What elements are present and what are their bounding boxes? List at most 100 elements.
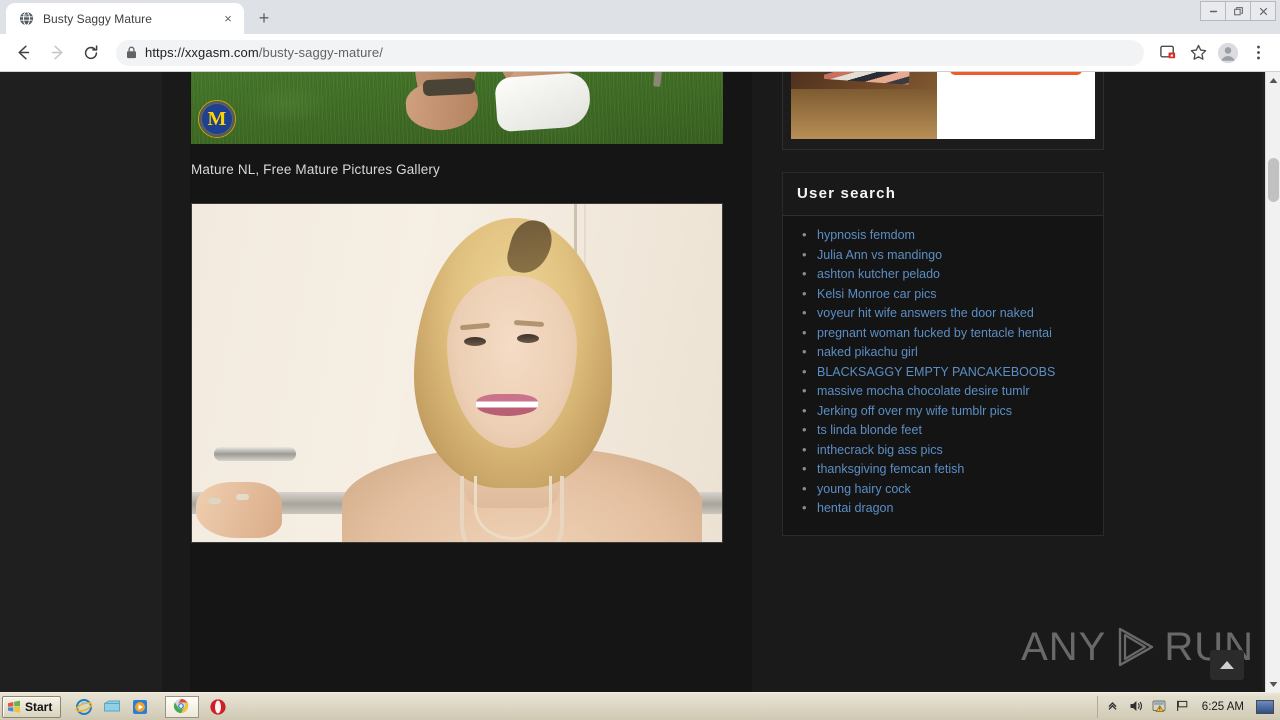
internet-explorer-icon[interactable] xyxy=(75,698,93,716)
close-icon[interactable]: × xyxy=(220,11,236,27)
minimize-button[interactable] xyxy=(1200,1,1226,21)
user-search-link[interactable]: BLACKSAGGY EMPTY PANCAKEBOOBS xyxy=(817,365,1055,379)
user-search-link[interactable]: ts linda blonde feet xyxy=(817,423,922,437)
forward-button[interactable] xyxy=(42,38,72,68)
kitchen-photo xyxy=(192,204,722,542)
save-page-icon[interactable] xyxy=(1154,39,1182,67)
white-cloth xyxy=(494,72,592,133)
url-host: xxgasm.com xyxy=(184,45,259,60)
list-item[interactable]: thanksgiving femcan fetish xyxy=(793,461,1093,477)
chrome-menu-icon[interactable] xyxy=(1244,39,1272,67)
garden-photo: M xyxy=(191,72,723,144)
view-pics-button[interactable]: view pics xyxy=(949,72,1083,75)
list-item[interactable]: BLACKSAGGY EMPTY PANCAKEBOOBS xyxy=(793,364,1093,380)
browser-tab[interactable]: Busty Saggy Mature × xyxy=(6,3,244,34)
scroll-to-top-button[interactable] xyxy=(1210,650,1244,680)
ad-photo xyxy=(791,72,937,139)
browser-toolbar: https://xxgasm.com/busty-saggy-mature/ xyxy=(0,34,1280,72)
user-search-link[interactable]: pregnant woman fucked by tentacle hentai xyxy=(817,326,1052,340)
list-item[interactable]: pregnant woman fucked by tentacle hentai xyxy=(793,325,1093,341)
user-search-link[interactable]: thanksgiving femcan fetish xyxy=(817,462,964,476)
taskbar-clock[interactable]: 6:25 AM xyxy=(1198,701,1248,713)
new-tab-button[interactable]: + xyxy=(250,4,278,32)
close-button[interactable] xyxy=(1250,1,1276,21)
list-item[interactable]: hypnosis femdom xyxy=(793,227,1093,243)
user-search-link[interactable]: hypnosis femdom xyxy=(817,228,915,242)
page-viewport: M Mature NL, Free Mature Pictures Galler… xyxy=(0,72,1280,692)
security-alert-icon[interactable] xyxy=(1152,699,1167,714)
scroll-up-arrow-icon[interactable] xyxy=(1266,72,1280,88)
user-search-link[interactable]: Julia Ann vs mandingo xyxy=(817,248,942,262)
start-label: Start xyxy=(25,699,53,714)
list-item[interactable]: ts linda blonde feet xyxy=(793,422,1093,438)
user-search-widget: User search hypnosis femdom Julia Ann vs… xyxy=(782,172,1104,536)
user-search-link[interactable]: Kelsi Monroe car pics xyxy=(817,287,937,301)
list-item[interactable]: naked pikachu girl xyxy=(793,344,1093,360)
page-wrapper: M Mature NL, Free Mature Pictures Galler… xyxy=(162,72,1262,692)
chrome-icon xyxy=(173,698,191,716)
list-item[interactable]: Kelsi Monroe car pics xyxy=(793,286,1093,302)
flag-icon[interactable] xyxy=(1175,699,1190,714)
necklace xyxy=(474,476,552,540)
chevron-up-icon[interactable] xyxy=(1106,699,1121,714)
eye xyxy=(464,337,486,346)
list-item[interactable]: voyeur hit wife answers the door naked xyxy=(793,305,1093,321)
url-scheme-host: https:// xyxy=(145,45,185,60)
url-path: /busty-saggy-mature/ xyxy=(258,45,383,60)
user-search-link[interactable]: ashton kutcher pelado xyxy=(817,267,940,281)
globe-icon xyxy=(18,11,34,27)
ring xyxy=(236,494,249,500)
window-controls xyxy=(1200,1,1276,21)
main-content-column: M Mature NL, Free Mature Pictures Galler… xyxy=(190,72,752,692)
chrome-browser-window: Busty Saggy Mature × + https://xxgasm.co… xyxy=(0,0,1280,720)
scrollbar-thumb[interactable] xyxy=(1268,158,1279,202)
list-item[interactable]: massive mocha chocolate desire tumlr xyxy=(793,383,1093,399)
reload-button[interactable] xyxy=(76,38,106,68)
sidebar-column: * No Signup view pics User search hypn xyxy=(782,72,1112,536)
list-item[interactable]: hentai dragon xyxy=(793,500,1093,516)
user-search-link[interactable]: naked pikachu girl xyxy=(817,345,918,359)
chrome-taskbar-button[interactable] xyxy=(165,695,200,718)
user-search-link[interactable]: voyeur hit wife answers the door naked xyxy=(817,306,1034,320)
tab-strip: Busty Saggy Mature × + xyxy=(0,0,1280,34)
list-item[interactable]: Julia Ann vs mandingo xyxy=(793,247,1093,263)
start-button[interactable]: Start xyxy=(2,695,62,718)
list-item[interactable]: Jerking off over my wife tumblr pics xyxy=(793,403,1093,419)
user-search-link[interactable]: young hairy cock xyxy=(817,482,911,496)
ad-banner[interactable]: * No Signup view pics xyxy=(782,72,1104,150)
ad-floor xyxy=(791,89,937,139)
user-search-link[interactable]: massive mocha chocolate desire tumlr xyxy=(817,384,1030,398)
ad-cta-panel: * No Signup view pics xyxy=(936,72,1095,139)
list-item[interactable]: young hairy cock xyxy=(793,481,1093,497)
address-bar[interactable]: https://xxgasm.com/busty-saggy-mature/ xyxy=(116,39,1144,66)
vertical-scrollbar[interactable] xyxy=(1265,72,1280,692)
gallery-image-2[interactable] xyxy=(191,203,723,543)
show-desktop-icon[interactable] xyxy=(103,698,121,716)
back-button[interactable] xyxy=(8,38,38,68)
profile-avatar-icon[interactable] xyxy=(1214,39,1242,67)
show-desktop-tray-icon[interactable] xyxy=(1256,699,1274,714)
user-search-link[interactable]: hentai dragon xyxy=(817,501,893,515)
bookmark-star-icon[interactable] xyxy=(1184,39,1212,67)
windows-flag-icon xyxy=(7,700,21,714)
user-search-link[interactable]: Jerking off over my wife tumblr pics xyxy=(817,404,1012,418)
scroll-down-arrow-icon[interactable] xyxy=(1266,676,1280,692)
widget-body: hypnosis femdom Julia Ann vs mandingo as… xyxy=(783,216,1103,535)
smiling-mouth xyxy=(476,394,538,416)
list-item[interactable]: inthecrack big ass pics xyxy=(793,442,1093,458)
user-search-list: hypnosis femdom Julia Ann vs mandingo as… xyxy=(793,227,1093,516)
windows-taskbar: Start 6:25 AM xyxy=(0,692,1280,720)
volume-icon[interactable] xyxy=(1129,699,1144,714)
list-item[interactable]: ashton kutcher pelado xyxy=(793,266,1093,282)
eye xyxy=(517,334,539,343)
hand xyxy=(196,482,282,538)
opera-icon[interactable] xyxy=(209,698,227,716)
image-caption: Mature NL, Free Mature Pictures Gallery xyxy=(191,162,440,177)
restore-button[interactable] xyxy=(1225,1,1251,21)
sandal xyxy=(422,77,476,97)
user-search-link[interactable]: inthecrack big ass pics xyxy=(817,443,943,457)
media-player-icon[interactable] xyxy=(131,698,149,716)
gallery-image-1[interactable]: M xyxy=(191,72,723,144)
ad-inner: * No Signup view pics xyxy=(791,72,1095,139)
tab-title: Busty Saggy Mature xyxy=(43,11,152,26)
